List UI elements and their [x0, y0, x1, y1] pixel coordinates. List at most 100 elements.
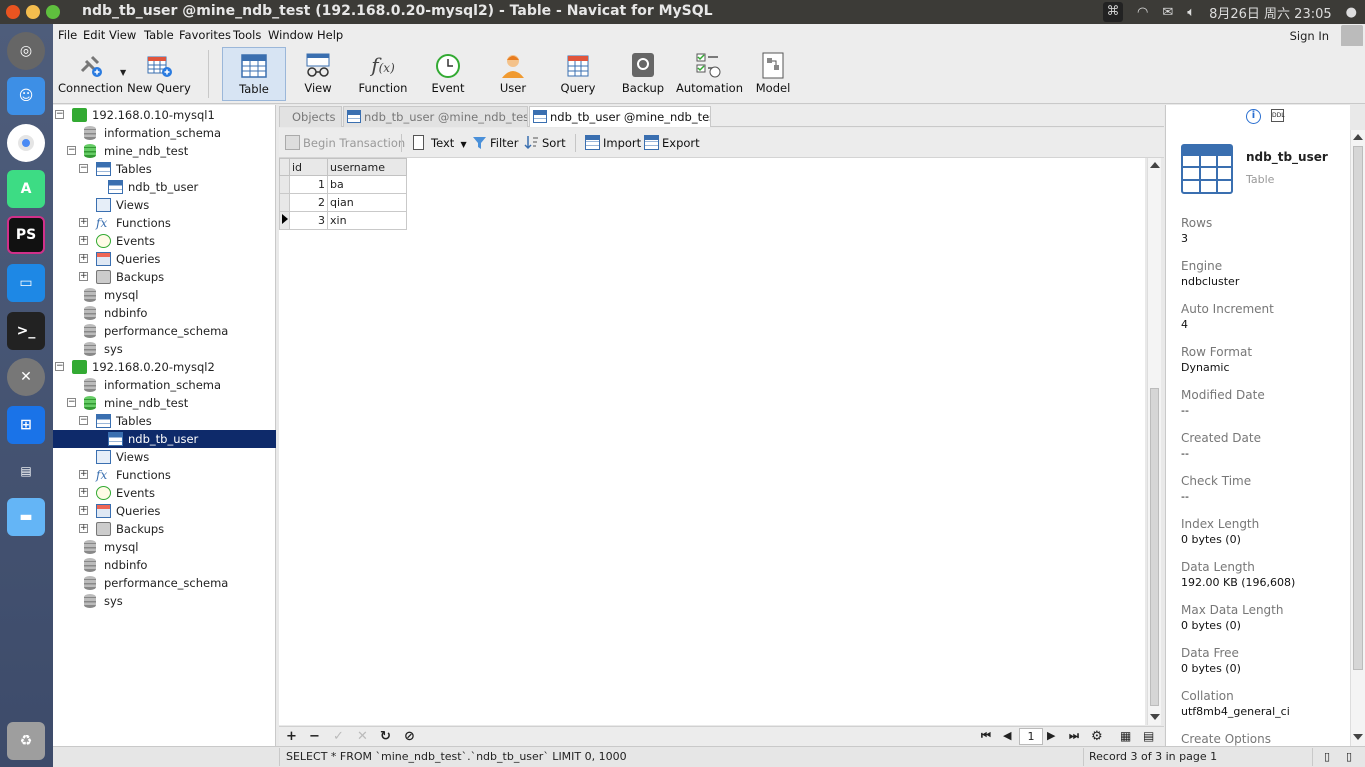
expand-icon[interactable]: +	[79, 254, 88, 263]
expand-icon[interactable]: +	[79, 524, 88, 533]
cell-username[interactable]: xin	[327, 211, 407, 230]
finder-icon[interactable]: ☺	[7, 77, 45, 115]
apply-changes-icon[interactable]: ✓	[333, 729, 344, 744]
last-page-icon[interactable]: ⏭	[1069, 729, 1079, 743]
tree-node-db[interactable]: information_schema	[53, 376, 276, 394]
backup-button[interactable]: Backup	[611, 47, 675, 101]
collapse-icon[interactable]: −	[67, 398, 76, 407]
row-header[interactable]	[279, 175, 290, 194]
expand-icon[interactable]: +	[79, 236, 88, 245]
tree-node-views[interactable]: Views	[53, 448, 276, 466]
tab-table-2[interactable]: ndb_tb_user @mine_ndb_test ...	[529, 106, 711, 127]
tree-node-db[interactable]: performance_schema	[53, 322, 276, 340]
table-button[interactable]: Table	[222, 47, 286, 101]
expand-icon[interactable]: +	[79, 470, 88, 479]
menu-window[interactable]: Window	[268, 28, 313, 42]
window-maximize-button[interactable]	[46, 5, 60, 19]
scroll-thumb[interactable]	[1353, 146, 1363, 670]
tree-node-queries[interactable]: + Queries	[53, 250, 276, 268]
ubuntu-logo-icon[interactable]: ◎	[7, 32, 45, 70]
expand-icon[interactable]: +	[79, 506, 88, 515]
collapse-icon[interactable]: −	[79, 164, 88, 173]
delete-record-icon[interactable]: −	[309, 729, 320, 744]
tree-node-server[interactable]: − 192.168.0.10-mysql1	[53, 106, 276, 124]
tree-node-db[interactable]: sys	[53, 340, 276, 358]
tree-node-functions[interactable]: + fx Functions	[53, 214, 276, 232]
grid-vertical-scrollbar[interactable]	[1147, 158, 1161, 725]
scroll-down-icon[interactable]	[1150, 714, 1160, 720]
discard-changes-icon[interactable]: ✕	[357, 729, 368, 744]
window-minimize-button[interactable]	[26, 5, 40, 19]
expand-icon[interactable]: +	[79, 218, 88, 227]
model-button[interactable]: Model	[741, 47, 805, 101]
settings-gear-icon[interactable]: ⚙	[1091, 729, 1103, 744]
column-header-username[interactable]: username	[327, 158, 407, 176]
menu-tools[interactable]: Tools	[233, 28, 261, 42]
apple-icon[interactable]: ●	[1346, 5, 1357, 20]
panel-toggle-left-icon[interactable]: ▯	[1324, 750, 1330, 763]
table-row[interactable]: 3 xin	[279, 211, 407, 230]
tree-node-views[interactable]: Views	[53, 196, 276, 214]
tree-node-server[interactable]: − 192.168.0.20-mysql2	[53, 358, 276, 376]
export-button[interactable]: Export	[644, 135, 700, 150]
collapse-icon[interactable]: −	[67, 146, 76, 155]
connection-button[interactable]: Connection	[58, 47, 123, 101]
menu-edit[interactable]: Edit	[83, 28, 105, 42]
clock[interactable]: 8月26日 周六 23:05	[1209, 3, 1332, 22]
tree-node-events[interactable]: + Events	[53, 484, 276, 502]
info-icon[interactable]: i	[1246, 109, 1261, 124]
function-button[interactable]: f(x) Function	[351, 47, 415, 101]
tree-node-db[interactable]: performance_schema	[53, 574, 276, 592]
table-row[interactable]: 2 qian	[279, 193, 407, 212]
table-row[interactable]: 1 ba	[279, 175, 407, 194]
connection-dropdown-icon[interactable]: ▼	[120, 68, 126, 77]
tree-node-queries[interactable]: + Queries	[53, 502, 276, 520]
row-header[interactable]	[279, 193, 290, 212]
sign-in-link[interactable]: Sign In	[1290, 29, 1329, 43]
form-view-icon[interactable]: ▤	[1143, 729, 1154, 743]
trash-icon[interactable]: ♻	[7, 722, 45, 760]
expand-icon[interactable]: +	[79, 272, 88, 281]
cell-id[interactable]: 3	[289, 211, 328, 230]
automation-button[interactable]: Automation	[676, 47, 743, 101]
tree-node-db[interactable]: information_schema	[53, 124, 276, 142]
row-header-corner[interactable]	[279, 158, 290, 176]
import-button[interactable]: Import	[585, 135, 641, 150]
filter-button[interactable]: Filter	[472, 136, 518, 150]
android-studio-icon[interactable]: A	[7, 170, 45, 208]
wifi-icon[interactable]: ◠	[1137, 5, 1148, 20]
tree-node-table-selected[interactable]: ndb_tb_user	[53, 430, 276, 448]
collapse-icon[interactable]: −	[79, 416, 88, 425]
scroll-up-icon[interactable]	[1150, 162, 1160, 168]
cell-username[interactable]: ba	[327, 175, 407, 194]
tree-node-db[interactable]: mysql	[53, 538, 276, 556]
page-number-field[interactable]: 1	[1019, 728, 1043, 745]
view-button[interactable]: View	[286, 47, 350, 101]
menu-view[interactable]: View	[109, 28, 136, 42]
phpstorm-icon[interactable]: PS	[7, 216, 45, 254]
tree-node-functions[interactable]: + fx Functions	[53, 466, 276, 484]
ddl-icon[interactable]: DDL	[1271, 109, 1285, 122]
scroll-up-icon[interactable]	[1353, 134, 1363, 140]
menu-table[interactable]: Table	[144, 28, 174, 42]
first-page-icon[interactable]: ⏮	[981, 729, 991, 743]
cell-username[interactable]: qian	[327, 193, 407, 212]
chrome-icon[interactable]	[7, 124, 45, 162]
tree-node-db-open[interactable]: − mine_ndb_test	[53, 142, 276, 160]
terminal-icon[interactable]: >_	[7, 312, 45, 350]
tree-node-db[interactable]: ndbinfo	[53, 556, 276, 574]
row-header-current[interactable]	[279, 211, 290, 230]
tree-node-backups[interactable]: + Backups	[53, 268, 276, 286]
text-view-button[interactable]: Text ▼	[413, 135, 467, 150]
collapse-icon[interactable]: −	[55, 362, 64, 371]
mail-icon[interactable]: ✉	[1162, 5, 1173, 20]
tab-table-1[interactable]: ndb_tb_user @mine_ndb_test ...	[343, 106, 528, 127]
settings-icon[interactable]: ✕	[7, 358, 45, 396]
event-button[interactable]: Event	[416, 47, 480, 101]
tree-node-db-open[interactable]: − mine_ndb_test	[53, 394, 276, 412]
cell-id[interactable]: 2	[289, 193, 328, 212]
workspace-switcher-icon[interactable]: ▤	[7, 452, 45, 490]
add-record-icon[interactable]: +	[286, 729, 297, 744]
menu-file[interactable]: File	[58, 28, 77, 42]
tree-node-db[interactable]: sys	[53, 592, 276, 610]
